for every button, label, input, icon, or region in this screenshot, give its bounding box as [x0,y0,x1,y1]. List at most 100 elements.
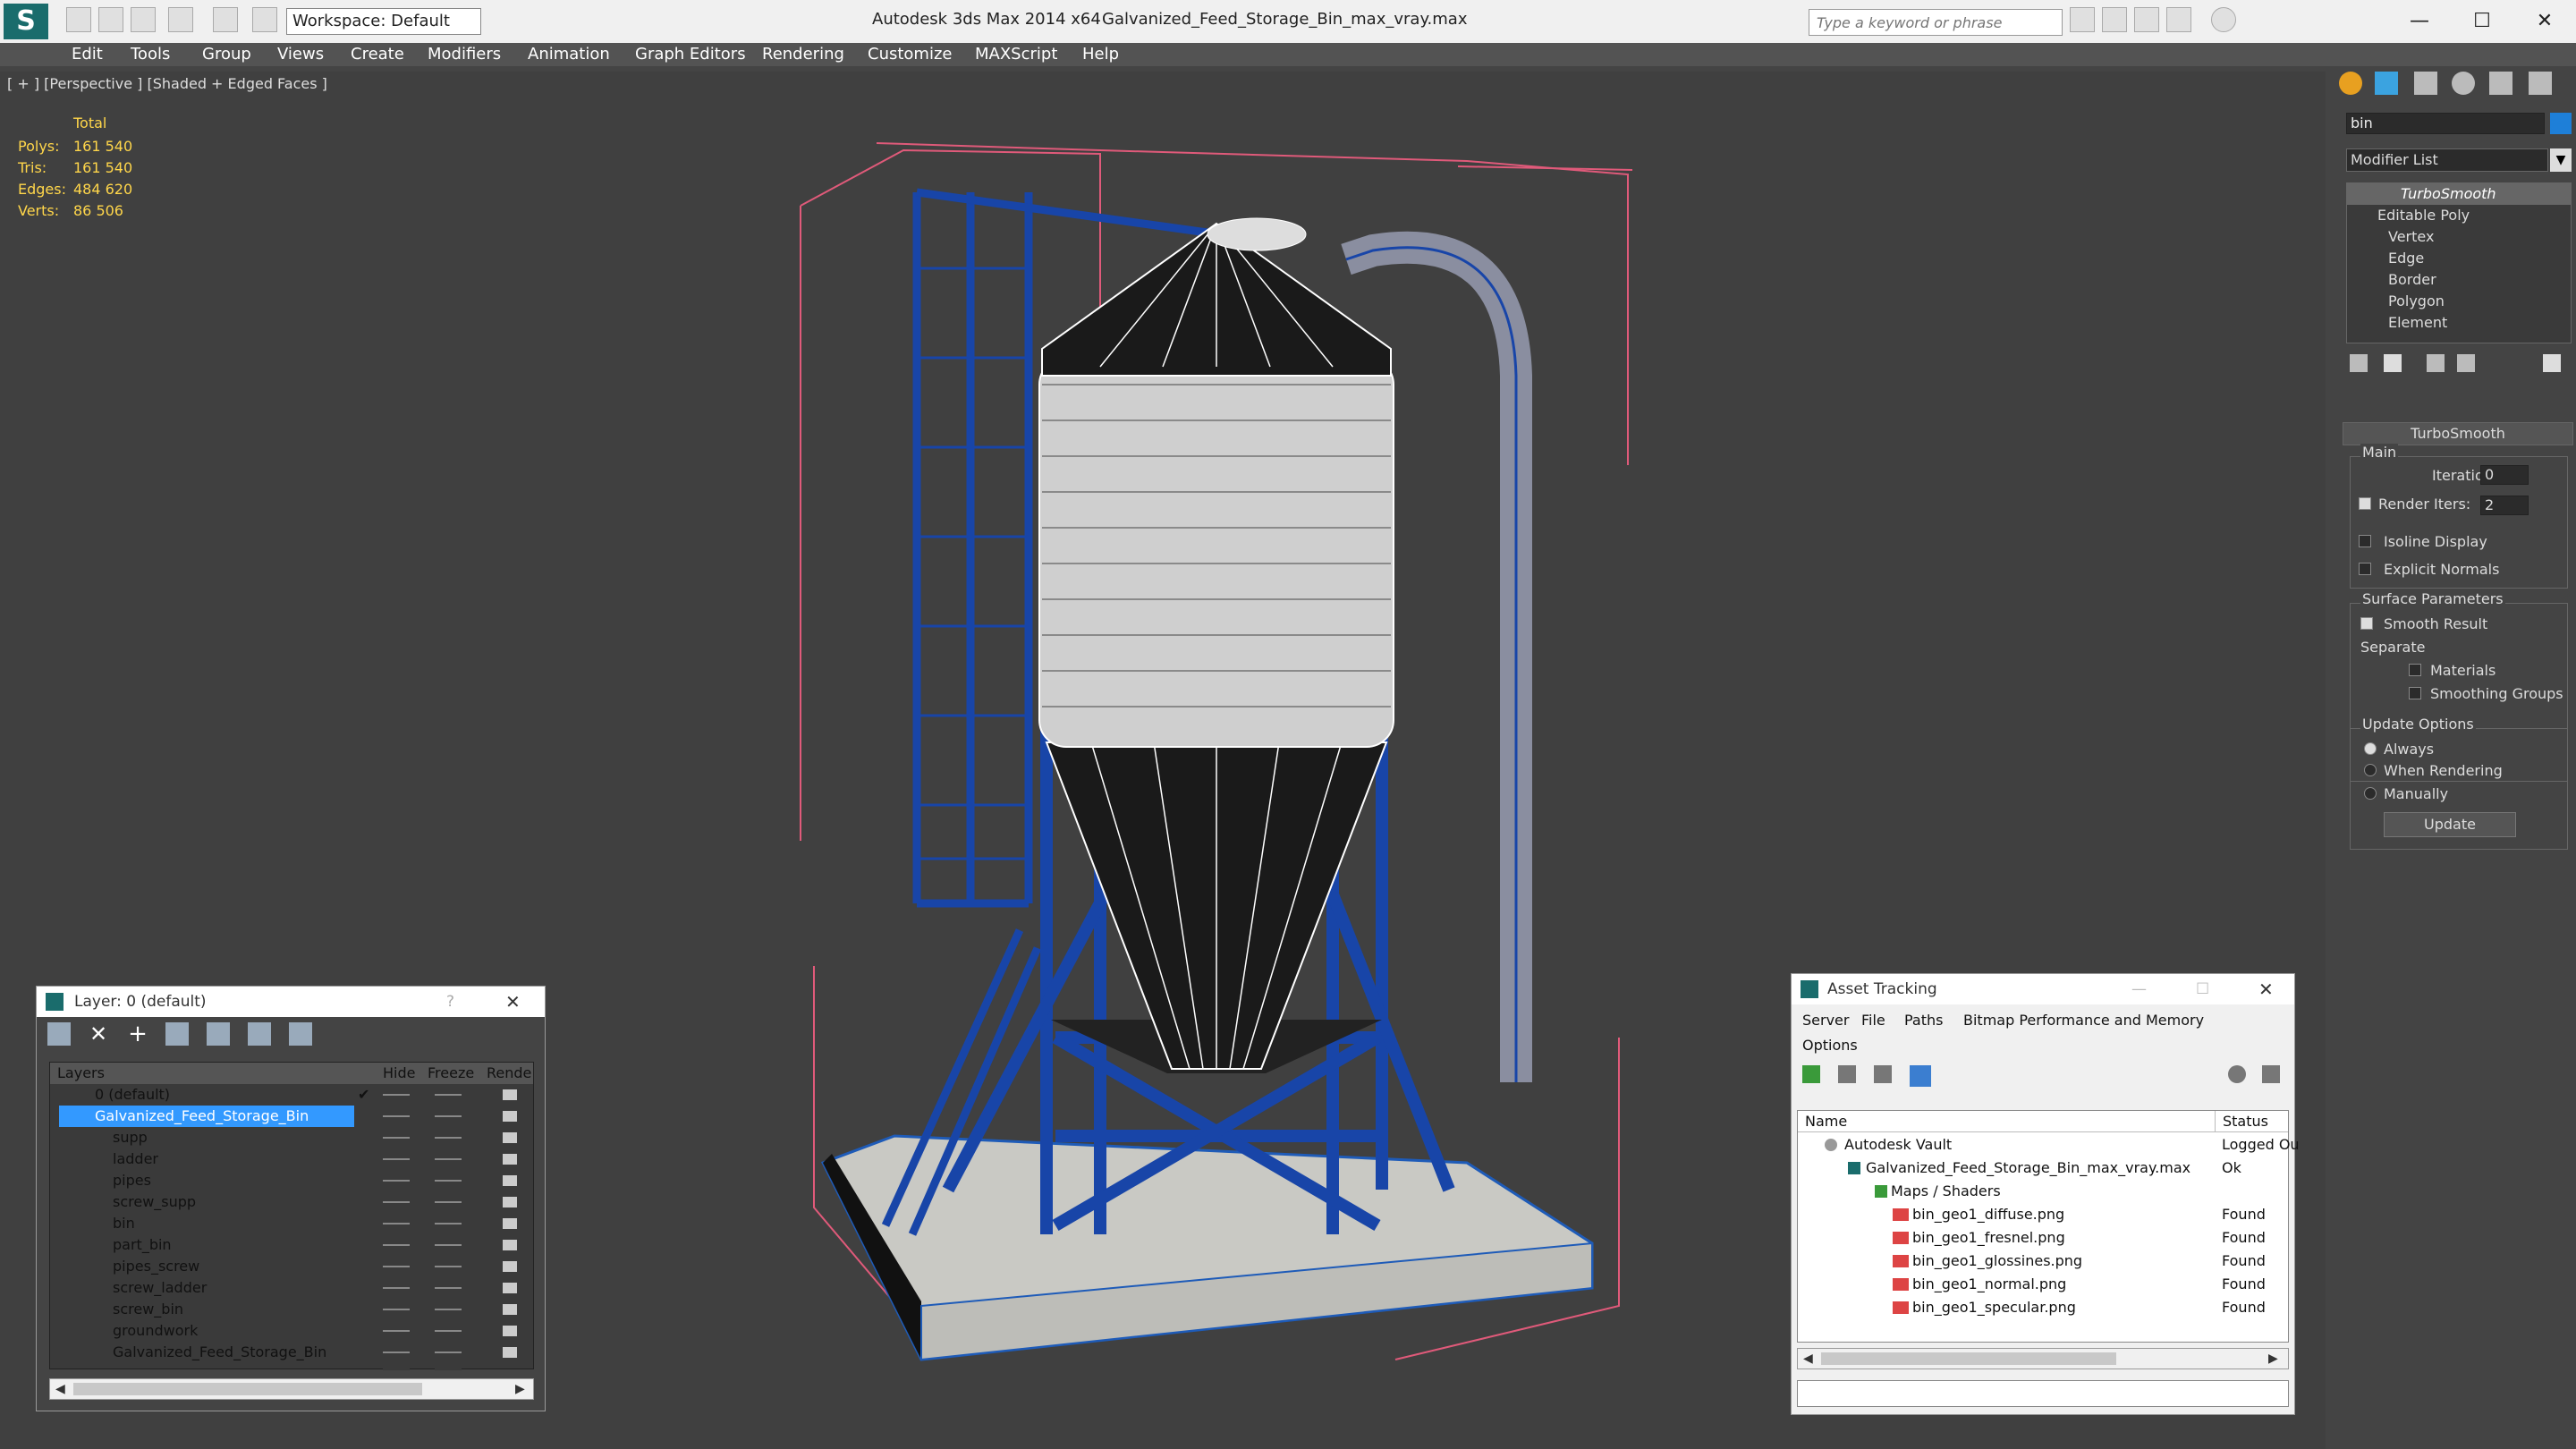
redo-icon[interactable] [213,7,238,32]
list-view-icon[interactable] [1838,1065,1856,1083]
hide-column[interactable]: Hide [383,1063,415,1084]
hide-all-layers-icon[interactable] [248,1022,271,1046]
menu-help[interactable]: Help [1082,43,1119,66]
asset-maximize-button[interactable]: ☐ [2196,974,2209,1004]
menu-group[interactable]: Group [202,43,251,66]
modifier-stack[interactable]: TurboSmooth Editable Poly Vertex Edge Bo… [2346,182,2572,343]
motion-tab-icon[interactable] [2452,72,2475,95]
render-toggles-teapot-icon[interactable] [503,1089,517,1367]
asset-row-maps[interactable]: Maps / Shaders [1798,1181,2288,1202]
hide-toggles[interactable] [383,1084,410,1370]
refresh-icon[interactable] [1802,1065,1820,1083]
freeze-column[interactable]: Freeze [428,1063,474,1084]
asset-row-png[interactable]: bin_geo1_normal.png Found [1798,1274,2288,1295]
configure-sets-icon[interactable] [2543,354,2561,372]
add-to-layer-icon[interactable]: + [126,1022,149,1046]
materials-checkbox[interactable] [2409,664,2421,676]
name-column[interactable]: Name [1805,1111,1847,1132]
object-row[interactable]: bin [113,1213,135,1234]
menu-animation[interactable]: Animation [528,43,610,66]
menu-edit[interactable]: Edit [72,43,103,66]
new-file-icon[interactable] [66,7,91,32]
pin-stack-icon[interactable] [2350,354,2368,372]
object-name-field[interactable]: bin [2346,113,2545,134]
status-column[interactable]: Status [2215,1111,2268,1132]
infocenter-icon[interactable] [2102,7,2127,32]
modify-tab-icon[interactable] [2375,72,2398,95]
object-row[interactable]: part_bin [113,1234,172,1256]
undo-icon[interactable] [168,7,193,32]
asset-row-vault[interactable]: Autodesk Vault Logged Ou [1798,1134,2300,1156]
isoline-display-checkbox[interactable] [2359,535,2371,547]
stack-polygon[interactable]: Polygon [2388,291,2445,312]
asset-row-png[interactable]: bin_geo1_fresnel.png Found [1798,1227,2288,1249]
freeze-toggles[interactable] [435,1084,462,1370]
menu-tools[interactable]: Tools [131,43,170,66]
communication-icon[interactable] [2134,7,2159,32]
smoothing-groups-checkbox[interactable] [2409,687,2421,699]
menu-views[interactable]: Views [277,43,324,66]
hierarchy-tab-icon[interactable] [2414,72,2437,95]
search-input[interactable] [1809,9,2063,36]
object-row[interactable]: Galvanized_Feed_Storage_Bin [113,1342,326,1363]
asset-help-icon[interactable] [2228,1065,2246,1083]
workspace-dropdown[interactable]: Workspace: Default [286,8,481,35]
minimize-button[interactable]: — [2393,5,2446,38]
menu-graph-editors[interactable]: Graph Editors [635,43,746,66]
tree-view-icon[interactable] [1874,1065,1892,1083]
scroll-thumb[interactable] [1821,1352,2116,1365]
object-color-swatch[interactable] [2550,113,2572,134]
favorites-star-icon[interactable] [2166,7,2191,32]
explicit-normals-checkbox[interactable] [2359,563,2371,575]
asset-menu-paths[interactable]: Paths [1904,1010,1943,1031]
layer-horizontal-scrollbar[interactable]: ◀ ▶ [49,1378,534,1400]
object-row[interactable]: screw_bin [113,1299,183,1320]
stack-editable-poly[interactable]: Editable Poly [2377,205,2470,226]
utilities-tab-icon[interactable] [2529,72,2552,95]
manually-radio[interactable] [2364,787,2377,800]
scroll-thumb[interactable] [73,1383,422,1395]
binoculars-icon[interactable] [2070,7,2095,32]
update-button[interactable]: Update [2384,812,2516,837]
turbosmooth-rollout-header[interactable]: TurboSmooth [2343,422,2573,445]
create-layer-icon[interactable] [47,1022,71,1046]
stack-vertex[interactable]: Vertex [2388,226,2434,248]
asset-settings-icon[interactable] [2262,1065,2280,1083]
scroll-right-icon[interactable]: ▶ [2268,1349,2278,1368]
asset-horizontal-scrollbar[interactable]: ◀ ▶ [1797,1348,2289,1369]
app-logo-icon[interactable]: S [4,4,48,39]
stack-turbosmooth[interactable]: TurboSmooth [2347,183,2571,205]
freeze-all-layers-icon[interactable] [289,1022,312,1046]
modifier-list-dropdown[interactable]: Modifier List [2346,148,2548,172]
object-row[interactable]: ladder [113,1148,158,1170]
object-row[interactable]: screw_supp [113,1191,196,1213]
asset-row-png[interactable]: bin_geo1_glossines.png Found [1798,1250,2288,1272]
scroll-right-icon[interactable]: ▶ [515,1379,525,1399]
save-file-icon[interactable] [131,7,156,32]
render-iters-spinner[interactable]: 2 [2480,496,2529,515]
asset-menu-file[interactable]: File [1861,1010,1885,1031]
iterations-spinner[interactable]: 0 [2480,465,2529,485]
close-button[interactable]: ✕ [2518,5,2572,38]
menu-maxscript[interactable]: MAXScript [975,43,1057,66]
menu-rendering[interactable]: Rendering [762,43,844,66]
asset-minimize-button[interactable]: — [2131,974,2147,1004]
open-file-icon[interactable] [98,7,123,32]
asset-menu-server[interactable]: Server [1802,1010,1849,1031]
stack-edge[interactable]: Edge [2388,248,2424,269]
help-icon[interactable] [2211,7,2236,32]
menu-create[interactable]: Create [351,43,404,66]
object-row[interactable]: groundwork [113,1320,198,1342]
stack-element[interactable]: Element [2388,312,2447,334]
layer-row-galvanized[interactable]: Galvanized_Feed_Storage_Bin [59,1106,354,1127]
asset-path-field[interactable] [1797,1380,2289,1407]
maximize-button[interactable]: ☐ [2455,5,2509,38]
menu-modifiers[interactable]: Modifiers [428,43,501,66]
object-row[interactable]: screw_ladder [113,1277,207,1299]
when-rendering-radio[interactable] [2364,764,2377,776]
project-folder-icon[interactable] [252,7,277,32]
smooth-result-checkbox[interactable] [2360,617,2373,630]
active-layer-check-icon[interactable]: ✔ [358,1084,369,1106]
layer-list[interactable]: Layers Hide Freeze Rende 0 (default) ✔ G… [49,1062,534,1370]
object-row[interactable]: pipes_screw [113,1256,199,1277]
